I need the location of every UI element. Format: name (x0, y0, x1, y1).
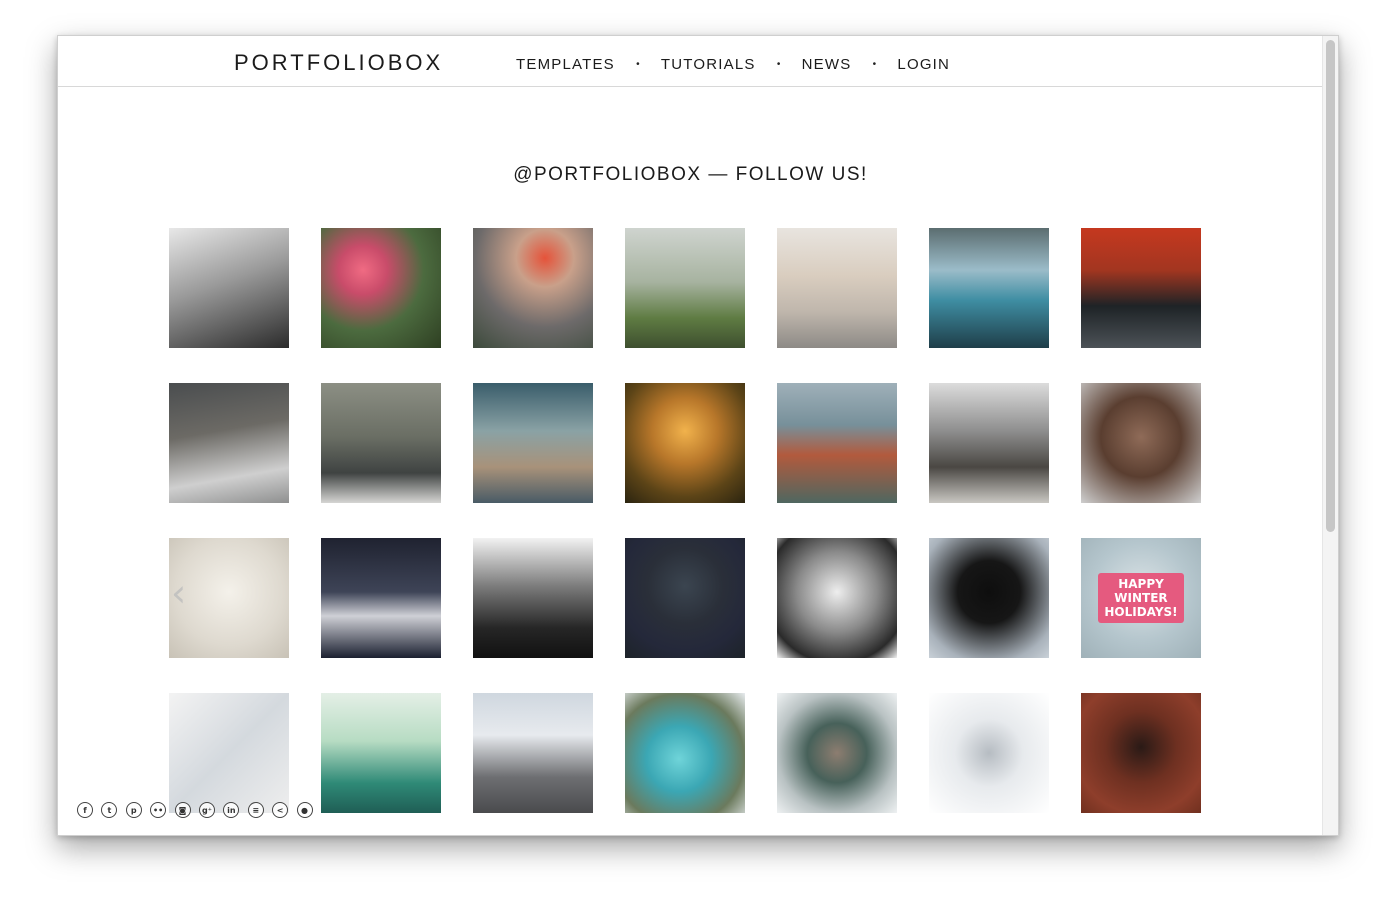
nav-link-tutorials[interactable]: TUTORIALS (661, 56, 756, 73)
gallery-tile[interactable] (1081, 693, 1201, 813)
gallery-tile[interactable] (169, 228, 289, 348)
gallery-tile[interactable] (929, 538, 1049, 658)
share-icon[interactable]: < (272, 802, 289, 818)
pinterest-icon[interactable]: p (125, 802, 142, 818)
list-icon[interactable]: ≡ (247, 802, 264, 818)
gallery-tile[interactable] (321, 228, 441, 348)
gallery-tile[interactable] (777, 538, 897, 658)
facebook-icon[interactable]: f (77, 802, 93, 818)
gallery-tile[interactable] (777, 383, 897, 503)
google-plus-icon[interactable]: g⁺ (198, 802, 215, 818)
top-navbar: PORTFOLIOBOX TEMPLATES • TUTORIALS • NEW… (58, 36, 1323, 87)
gallery-tile[interactable] (473, 228, 593, 348)
gallery-tile[interactable] (1081, 228, 1201, 348)
gallery-tile[interactable] (169, 383, 289, 503)
gallery-tile[interactable] (929, 693, 1049, 813)
gallery-tile[interactable] (473, 538, 593, 658)
gallery-tile[interactable] (625, 538, 745, 658)
gallery-tile[interactable] (321, 538, 441, 658)
gallery-tile[interactable] (625, 693, 745, 813)
gallery-tile[interactable] (777, 228, 897, 348)
gallery-tile[interactable] (321, 693, 441, 813)
user-icon[interactable]: ● (296, 802, 313, 818)
main-menu: TEMPLATES • TUTORIALS • NEWS • LOGIN (516, 56, 950, 73)
flickr-icon[interactable]: •• (150, 802, 167, 818)
gallery-tile[interactable] (777, 693, 897, 813)
nav-separator: • (636, 59, 640, 70)
social-share-bar: f t p •• ◙ g⁺ in ≡ < ● (77, 802, 321, 818)
gallery-tile[interactable] (929, 383, 1049, 503)
nav-separator: • (872, 59, 877, 70)
site-logo[interactable]: PORTFOLIOBOX (234, 50, 443, 76)
linkedin-icon[interactable]: in (223, 802, 240, 818)
gallery-tile[interactable] (473, 383, 593, 503)
nav-link-news[interactable]: NEWS (802, 56, 852, 73)
gallery-tile[interactable] (625, 228, 745, 348)
gallery-tile[interactable] (321, 383, 441, 503)
gallery-tile[interactable] (473, 693, 593, 813)
chevron-left-icon[interactable]: ‹ (171, 574, 197, 612)
nav-link-templates[interactable]: TEMPLATES (516, 56, 615, 73)
vertical-scrollbar[interactable] (1322, 36, 1338, 835)
nav-separator: • (776, 59, 781, 70)
gallery-tile[interactable] (169, 693, 289, 813)
gallery-tile[interactable]: HAPPY WINTER HOLIDAYS! (1081, 538, 1201, 658)
instagram-icon[interactable]: ◙ (174, 802, 191, 818)
gallery-tile[interactable] (625, 383, 745, 503)
tile-caption: HAPPY WINTER HOLIDAYS! (1098, 573, 1184, 623)
twitter-icon[interactable]: t (101, 802, 118, 818)
gallery-tile[interactable] (1081, 383, 1201, 503)
browser-window: PORTFOLIOBOX TEMPLATES • TUTORIALS • NEW… (57, 35, 1339, 836)
scrollbar-thumb[interactable] (1326, 40, 1335, 532)
section-title: @PORTFOLIOBOX — FOLLOW US! (513, 164, 868, 185)
nav-link-login[interactable]: LOGIN (897, 56, 950, 73)
gallery-tile[interactable] (929, 228, 1049, 348)
